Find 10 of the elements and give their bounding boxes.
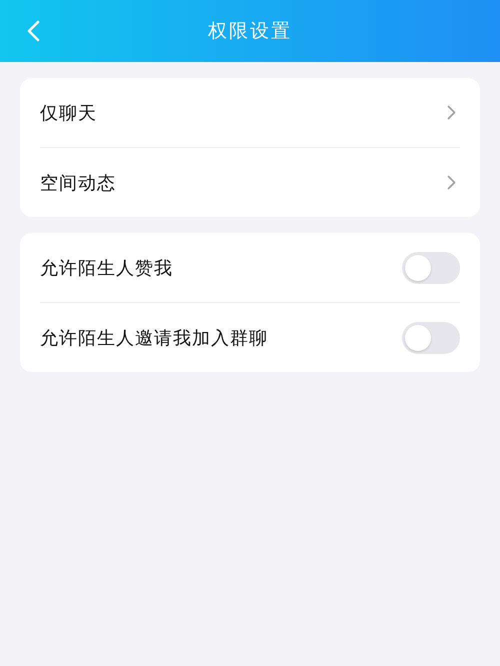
page-title: 权限设置	[208, 19, 292, 44]
setting-label: 允许陌生人赞我	[40, 256, 173, 280]
toggle-switch[interactable]	[402, 252, 460, 284]
chevron-icon[interactable]	[447, 175, 456, 190]
back-icon[interactable]	[26, 20, 40, 42]
toggle-switch[interactable]	[402, 322, 460, 354]
setting-label: 允许陌生人邀请我加入群聊	[40, 326, 268, 350]
setting-label: 仅聊天	[40, 102, 97, 124]
setting-label: 空间动态	[40, 172, 116, 194]
chevron-icon[interactable]	[447, 105, 456, 120]
